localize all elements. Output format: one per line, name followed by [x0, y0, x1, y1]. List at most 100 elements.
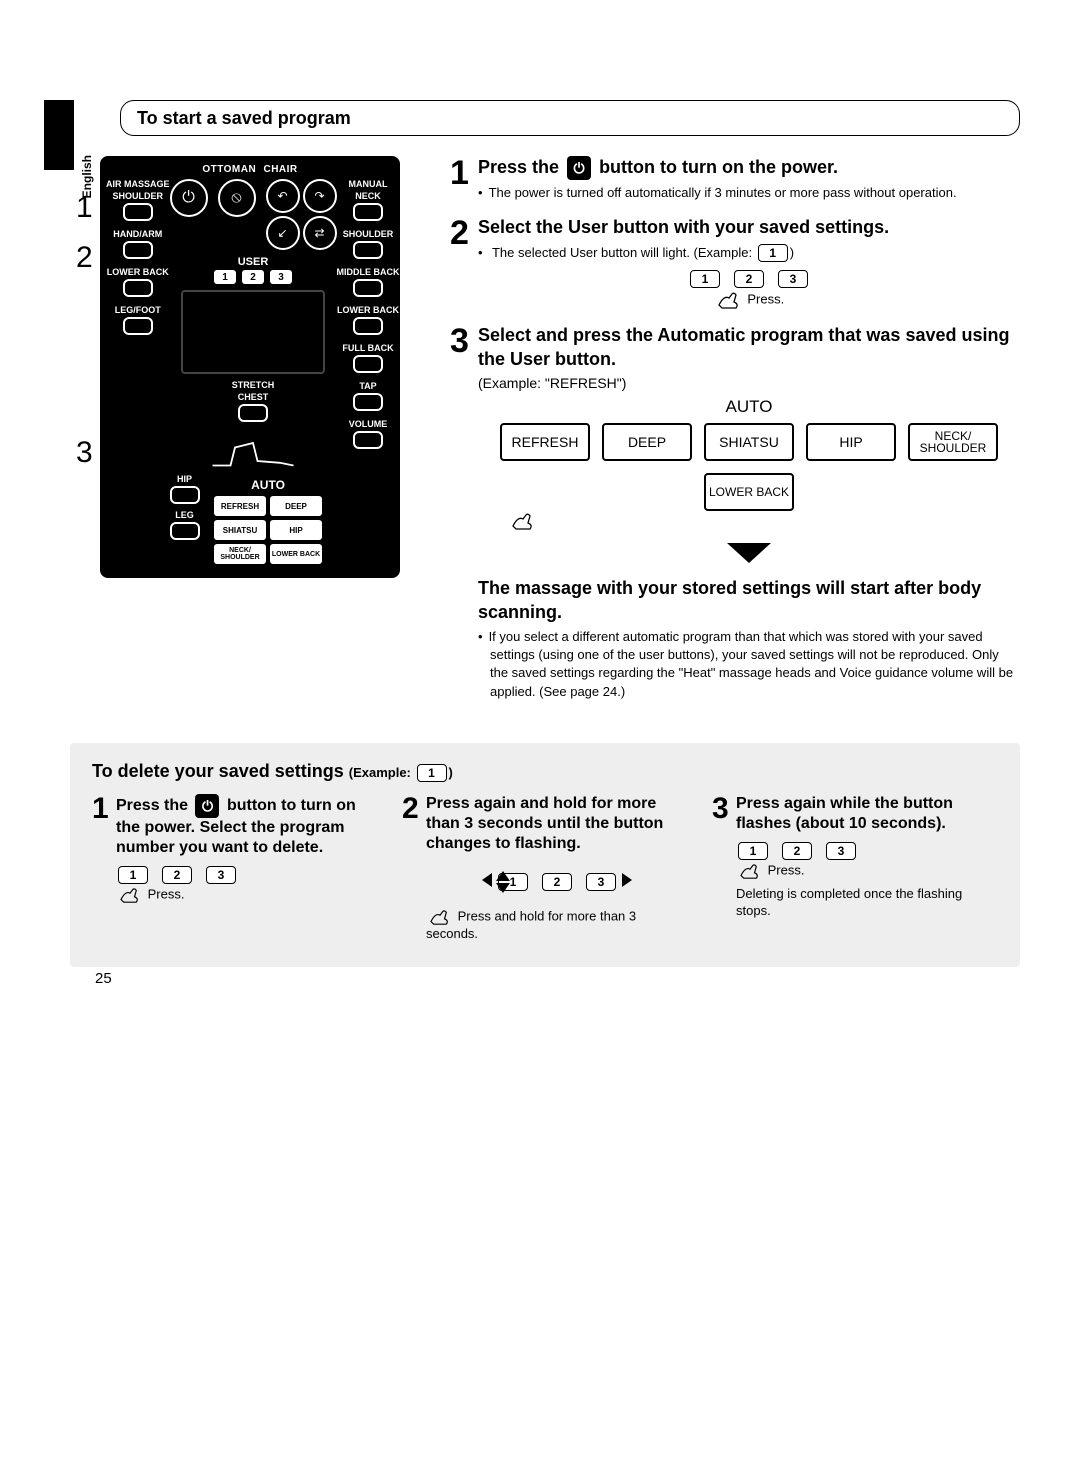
tap-button[interactable] [353, 393, 383, 411]
hand-icon [736, 862, 764, 880]
press-label: Press. [747, 292, 784, 307]
auto-deep-button[interactable]: DEEP [270, 496, 322, 516]
shoulder-right-button[interactable] [353, 241, 383, 259]
stop-button[interactable]: ⦸ [218, 179, 256, 217]
auto-lowerback-button[interactable]: LOWER BACK [270, 544, 322, 564]
example-hip-button[interactable]: HIP [806, 423, 896, 461]
example-shiatsu-button[interactable]: SHIATSU [704, 423, 794, 461]
hip-label: HIP [170, 474, 200, 484]
del3-key-3[interactable]: 3 [826, 842, 856, 860]
arrow-down-icon [727, 543, 771, 563]
user-key-3[interactable]: 3 [778, 270, 808, 288]
hip-button[interactable] [170, 486, 200, 504]
step-1-title: Press the ⏻ button to turn on the power. [478, 156, 1020, 180]
del1-key-1[interactable]: 1 [118, 866, 148, 884]
del1-press: Press. [148, 887, 185, 902]
del1-key-2[interactable]: 2 [162, 866, 192, 884]
shoulder-button[interactable] [123, 203, 153, 221]
step-1-title-after: button to turn on the power. [599, 157, 838, 177]
step-3-number: 3 [450, 324, 478, 700]
user-key-2[interactable]: 2 [734, 270, 764, 288]
hand-icon [426, 908, 454, 926]
auto-header: AUTO [478, 397, 1020, 417]
lowerback-left-label: LOWER BACK [107, 267, 169, 277]
auto-shiatsu-button[interactable]: SHIATSU [214, 520, 266, 540]
handarm-button[interactable] [123, 241, 153, 259]
legfoot-label: LEG/FOOT [115, 305, 161, 315]
lowerback-right-button[interactable] [353, 317, 383, 335]
section-title: To start a saved program [137, 108, 351, 129]
step-1-title-before: Press the [478, 157, 564, 177]
ottoman-label: OTTOMAN [202, 164, 256, 175]
example-neckshoulder-button[interactable]: NECK/ SHOULDER [908, 423, 998, 461]
delete-header-eg-key: 1 [417, 764, 447, 782]
auto-hip-button[interactable]: HIP [270, 520, 322, 540]
step-2-number: 2 [450, 216, 478, 310]
step-2-bullet-after: ) [790, 245, 794, 260]
shoulder-right-label: SHOULDER [343, 229, 394, 239]
delete-step-3-number: 3 [712, 794, 736, 943]
chair-up-button[interactable]: ↷ [303, 179, 337, 213]
del1-key-3[interactable]: 3 [206, 866, 236, 884]
middleback-button[interactable] [353, 279, 383, 297]
user-key-example: 1 [758, 244, 788, 262]
delete-step-2-number: 2 [402, 794, 426, 943]
user-label: USER [238, 256, 269, 268]
delete-step-1-number: 1 [92, 794, 116, 943]
step-1-number: 1 [450, 156, 478, 202]
del2-key-2[interactable]: 2 [542, 873, 572, 891]
delete-header-eg-after: ) [449, 765, 453, 780]
callout-1: 1 [76, 191, 93, 225]
user-key-1[interactable]: 1 [690, 270, 720, 288]
legfoot-button[interactable] [123, 317, 153, 335]
fullback-label: FULL BACK [342, 343, 393, 353]
auto-neckshoulder-button[interactable]: NECK/ SHOULDER [214, 544, 266, 564]
air-massage-label: AIR MASSAGE [106, 179, 170, 189]
callout-2: 2 [76, 241, 93, 275]
step-3-title: Select and press the Automatic program t… [478, 324, 1020, 371]
delete-step-2-text: Press again and hold for more than 3 sec… [426, 795, 663, 852]
step-2-keys-row: 1 2 3 [478, 270, 1020, 288]
delete-header-main: To delete your saved settings [92, 761, 349, 781]
lowerback-left-button[interactable] [123, 279, 153, 297]
volume-button[interactable] [353, 431, 383, 449]
delete-step-3-text: Press again while the button flashes (ab… [736, 795, 953, 832]
delete-header-eg-before: (Example: [349, 765, 415, 780]
user-2-button[interactable]: 2 [242, 270, 264, 284]
delete-header: To delete your saved settings (Example: … [92, 761, 998, 783]
manual-label: MANUAL [349, 179, 388, 189]
del3-press: Press. [768, 863, 805, 878]
del3-key-1[interactable]: 1 [738, 842, 768, 860]
chest-label: CHEST [238, 392, 269, 402]
fullback-button[interactable] [353, 355, 383, 373]
power-icon: ⏻ [195, 794, 219, 818]
del2-key-3[interactable]: 3 [586, 873, 616, 891]
ottoman-up-button[interactable]: ↶ [266, 179, 300, 213]
leg-button[interactable] [170, 522, 200, 540]
result-title: The massage with your stored settings wi… [478, 577, 1020, 624]
del3-key-2[interactable]: 2 [782, 842, 812, 860]
del2-note: Press and hold for more than 3 seconds. [426, 909, 636, 942]
delete-section: To delete your saved settings (Example: … [70, 743, 1020, 967]
chair-graphic [208, 432, 298, 472]
chair-down-button[interactable]: ⇄ [303, 216, 337, 250]
auto-refresh-button[interactable]: REFRESH [214, 496, 266, 516]
power-button[interactable]: ⏻ [170, 179, 208, 217]
ottoman-down-button[interactable]: ↙ [266, 216, 300, 250]
volume-label: VOLUME [349, 419, 388, 429]
step-2-bullet-before: The selected User button will light. (Ex… [492, 245, 756, 260]
neck-button[interactable] [353, 203, 383, 221]
tap-label: TAP [359, 381, 376, 391]
remote-screen [181, 290, 325, 374]
neck-label: NECK [355, 191, 381, 201]
chest-button[interactable] [238, 404, 268, 422]
example-refresh-button[interactable]: REFRESH [500, 423, 590, 461]
example-lowerback-button[interactable]: LOWER BACK [704, 473, 794, 511]
user-3-button[interactable]: 3 [270, 270, 292, 284]
user-1-button[interactable]: 1 [214, 270, 236, 284]
step-2-title: Select the User button with your saved s… [478, 216, 1020, 239]
handarm-label: HAND/ARM [113, 229, 162, 239]
example-deep-button[interactable]: DEEP [602, 423, 692, 461]
middleback-label: MIDDLE BACK [337, 267, 400, 277]
page-number: 25 [95, 970, 112, 987]
